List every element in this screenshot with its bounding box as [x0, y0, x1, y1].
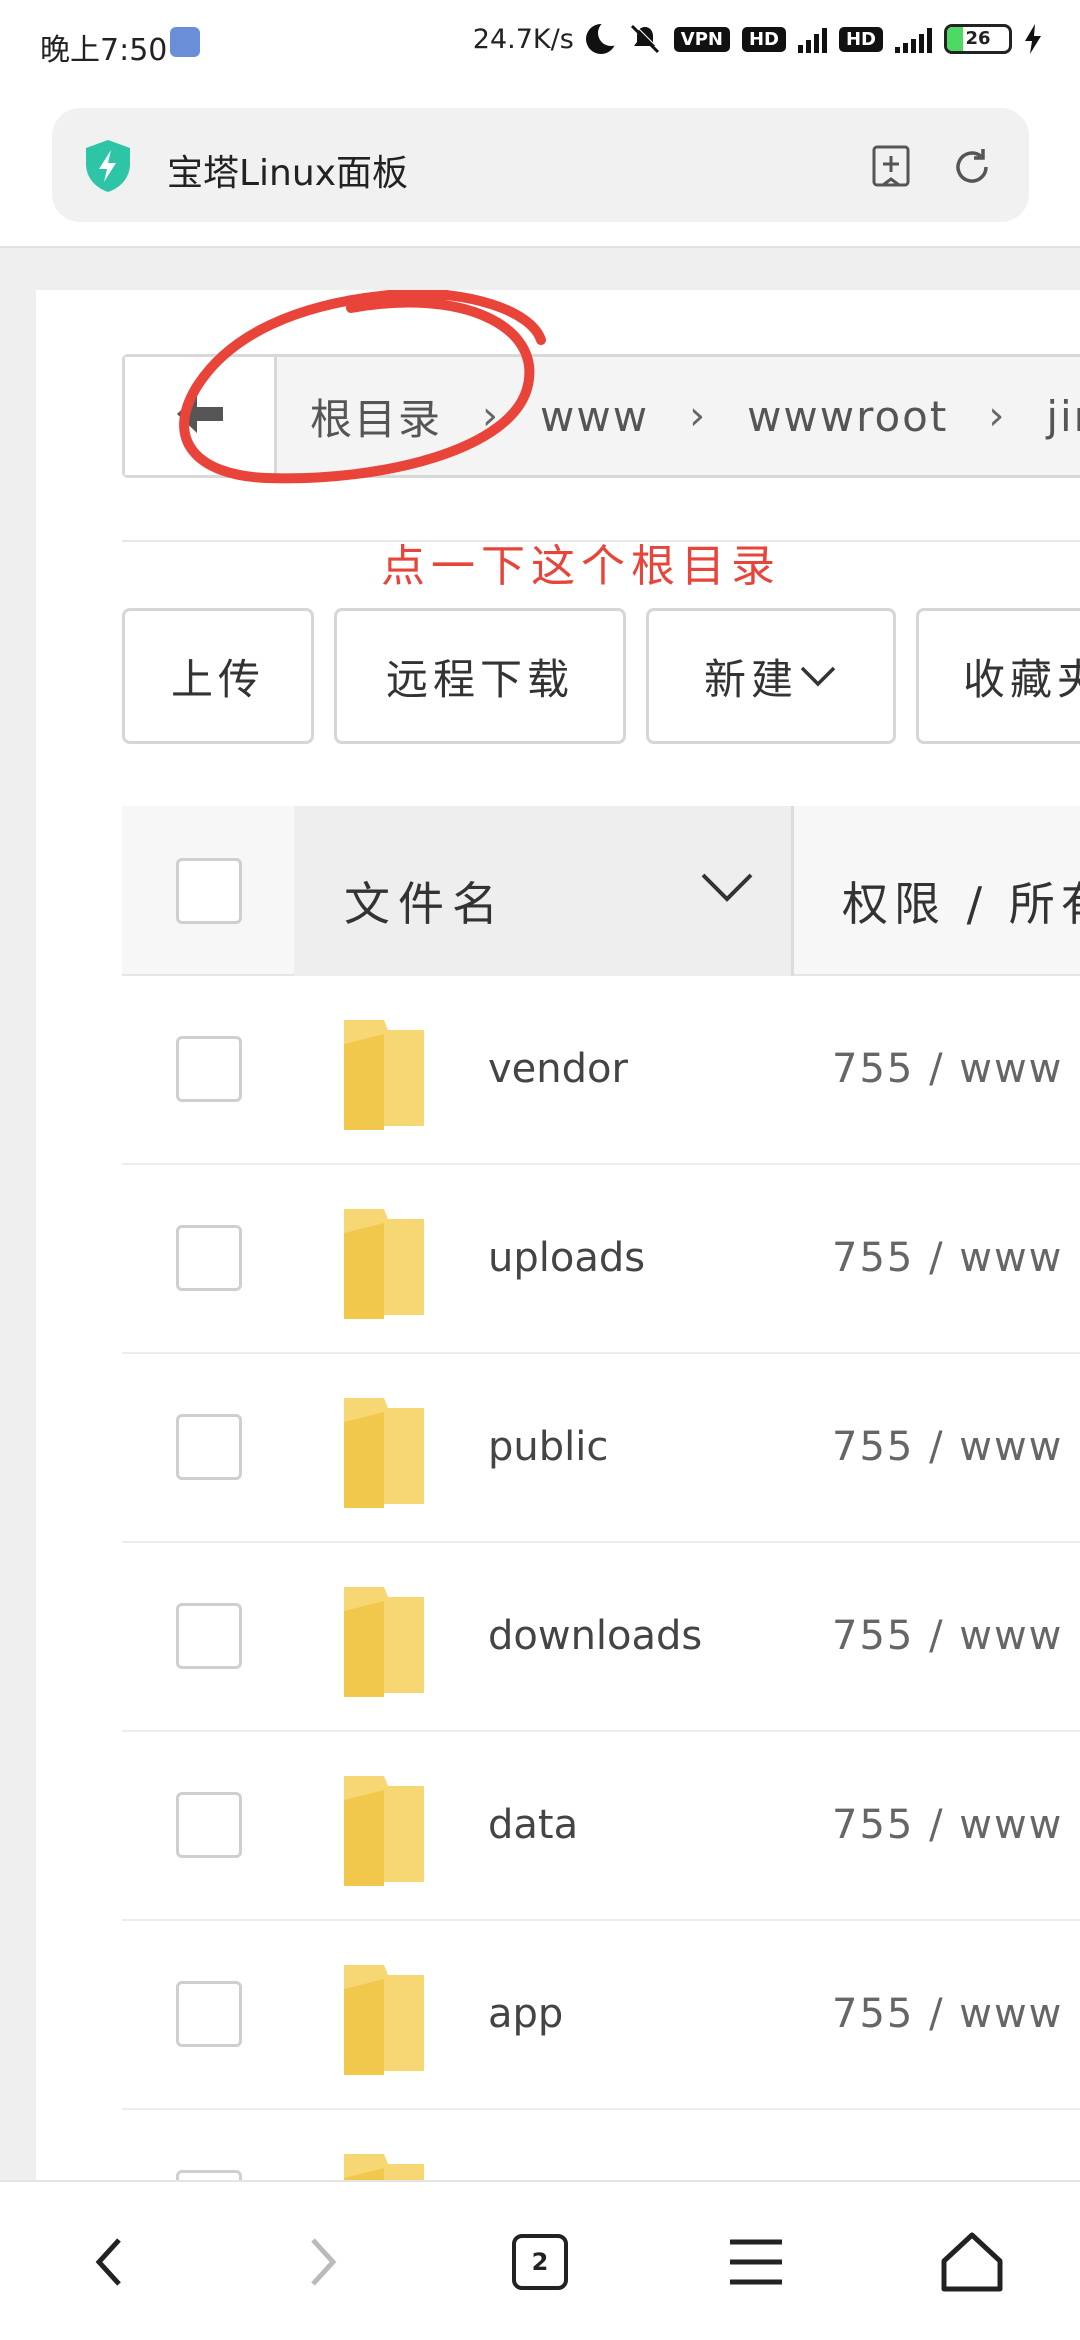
- net-speed: 24.7K/s: [472, 23, 574, 55]
- hd-badge-1: HD: [741, 26, 786, 52]
- row-checkbox[interactable]: [176, 2170, 242, 2180]
- annotation-circle: [179, 290, 546, 484]
- file-permission[interactable]: 755 / www: [832, 1424, 1063, 1470]
- home-icon: [941, 2232, 1003, 2292]
- signal-icon-2: [895, 25, 932, 53]
- select-all-checkbox[interactable]: [176, 858, 242, 924]
- file-name[interactable]: vendor: [488, 1046, 628, 1092]
- folder-icon: [344, 1020, 424, 1130]
- tabs-button[interactable]: 2: [500, 2222, 580, 2302]
- table-row[interactable]: app 755 / www: [122, 1921, 1080, 2110]
- filename-header-label: 文件名: [344, 877, 506, 931]
- status-indicators: 24.7K/s VPN HD HD 26: [472, 20, 1042, 56]
- chevron-down-icon: [800, 666, 836, 687]
- new-dropdown-button[interactable]: 新建: [646, 608, 896, 744]
- favorites-button[interactable]: 收藏夹: [916, 608, 1080, 744]
- chevron-right-icon: [311, 2238, 337, 2286]
- battery-icon: 26: [944, 24, 1012, 54]
- file-name[interactable]: data: [488, 1802, 578, 1848]
- status-time: 晚上7:50: [40, 33, 168, 68]
- divider: [122, 540, 1080, 542]
- file-permission[interactable]: 755 / www: [832, 1046, 1063, 1092]
- mute-icon: [630, 23, 661, 54]
- table-row[interactable]: downloads 755 / www: [122, 1543, 1080, 1732]
- permission-header-label: 权限 / 所有者: [842, 877, 1080, 931]
- file-permission[interactable]: 755 / www: [832, 1235, 1063, 1281]
- file-manager-panel: 根目录 › www › wwwroot › jin 点一下这个根目录 上传 远程…: [36, 290, 1080, 2180]
- table-row[interactable]: public 755 / www: [122, 1354, 1080, 1543]
- refresh-icon[interactable]: [951, 146, 993, 188]
- breadcrumb-current[interactable]: jin: [1046, 392, 1080, 441]
- remote-download-button[interactable]: 远程下载: [334, 608, 626, 744]
- file-list: vendor 755 / www uploads 755 / www publi…: [122, 976, 1080, 2180]
- file-name[interactable]: public: [488, 1424, 608, 1470]
- row-checkbox[interactable]: [176, 1414, 242, 1480]
- table-row-partial[interactable]: [122, 2110, 1080, 2180]
- row-checkbox[interactable]: [176, 1603, 242, 1669]
- vpn-badge: VPN: [673, 26, 730, 52]
- row-checkbox[interactable]: [176, 1981, 242, 2047]
- chevron-down-icon: [701, 873, 753, 902]
- table-row[interactable]: uploads 755 / www: [122, 1165, 1080, 1354]
- tab-count: 2: [512, 2234, 568, 2290]
- file-name[interactable]: app: [488, 1991, 563, 2037]
- chevron-right-icon: ›: [988, 393, 1007, 439]
- home-button[interactable]: [932, 2222, 1012, 2302]
- upload-button[interactable]: 上传: [122, 608, 314, 744]
- menu-button[interactable]: [716, 2222, 796, 2302]
- table-row[interactable]: data 755 / www: [122, 1732, 1080, 1921]
- add-bookmark-icon[interactable]: [871, 144, 911, 188]
- folder-icon: [344, 1587, 424, 1697]
- menu-icon: [730, 2239, 782, 2285]
- table-header: 文件名 权限 / 所有者: [122, 806, 1080, 976]
- file-permission[interactable]: 755 / www: [832, 1613, 1063, 1659]
- browser-bottom-nav: 2: [0, 2180, 1080, 2340]
- signal-icon-1: [797, 25, 827, 53]
- file-name[interactable]: uploads: [488, 1235, 645, 1281]
- row-checkbox[interactable]: [176, 1036, 242, 1102]
- file-toolbar: 上传 远程下载 新建 收藏夹: [122, 608, 1080, 744]
- url-bar[interactable]: 宝塔Linux面板: [52, 108, 1029, 222]
- charging-icon: [1025, 24, 1041, 54]
- folder-icon: [344, 1209, 424, 1319]
- status-bar: 晚上7:50 24.7K/s VPN HD HD 26: [0, 0, 1080, 90]
- chevron-right-icon: ›: [689, 393, 708, 439]
- filename-column-header[interactable]: 文件名: [294, 806, 794, 976]
- file-permission[interactable]: 755 / www: [832, 1802, 1063, 1848]
- browser-toolbar: 宝塔Linux面板: [0, 90, 1080, 248]
- table-row[interactable]: vendor 755 / www: [122, 976, 1080, 1165]
- file-name[interactable]: downloads: [488, 1613, 702, 1659]
- row-checkbox[interactable]: [176, 1792, 242, 1858]
- battery-level: 26: [965, 28, 991, 49]
- folder-icon: [344, 1398, 424, 1508]
- page-title: 宝塔Linux面板: [167, 153, 408, 194]
- folder-icon: [344, 1776, 424, 1886]
- do-not-disturb-icon: [585, 20, 624, 54]
- app-notification-icon: [170, 27, 200, 57]
- breadcrumb-wwwroot[interactable]: wwwroot: [747, 392, 948, 441]
- hd-badge-2: HD: [838, 26, 883, 52]
- nav-forward-button[interactable]: [284, 2222, 364, 2302]
- file-permission[interactable]: 755 / www: [832, 1991, 1063, 2037]
- chevron-left-icon: [95, 2238, 121, 2286]
- nav-back-button[interactable]: [68, 2222, 148, 2302]
- new-button-label: 新建: [703, 654, 798, 704]
- shield-icon: [86, 140, 130, 192]
- row-checkbox[interactable]: [176, 1225, 242, 1291]
- folder-icon: [344, 1965, 424, 2075]
- folder-icon: [344, 2154, 424, 2180]
